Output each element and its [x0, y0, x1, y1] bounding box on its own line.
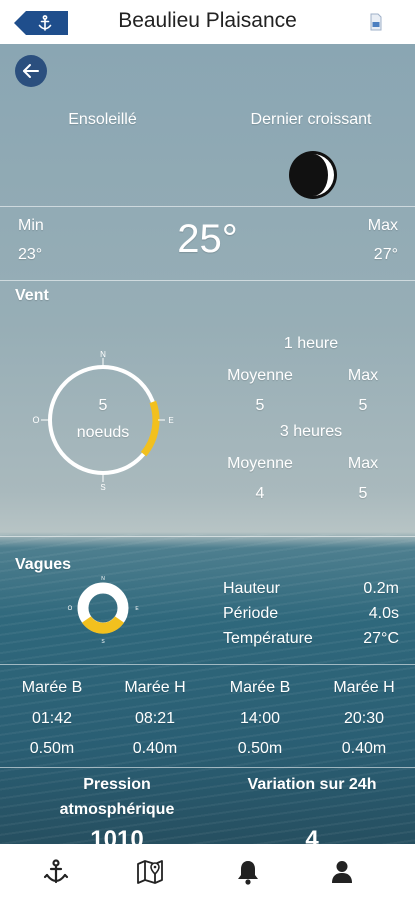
- divider: [0, 536, 415, 537]
- water-temperature-label: Température: [223, 630, 313, 647]
- waves-north-label: N: [101, 576, 105, 582]
- tide-3-time: 14:00: [239, 710, 281, 727]
- tab-notifications[interactable]: [234, 858, 262, 886]
- wind-speed: 5: [98, 397, 108, 414]
- file-icon[interactable]: [370, 13, 382, 31]
- wind-3h-max-label: Max: [347, 455, 379, 472]
- wind-3h-label: 3 heures: [279, 423, 343, 440]
- wind-1h-max-value: 5: [358, 397, 368, 414]
- tide-1-label: Marée B: [21, 679, 83, 696]
- tide-4-height: 0.40m: [341, 740, 387, 757]
- wind-title: Vent: [15, 287, 49, 304]
- moon-icon: [289, 151, 337, 199]
- waves-south-label: S: [101, 639, 105, 644]
- tide-3-label: Marée B: [229, 679, 291, 696]
- anchor-badge-icon[interactable]: [14, 11, 68, 35]
- wave-height-label: Hauteur: [223, 580, 280, 597]
- tab-map[interactable]: [136, 858, 164, 886]
- wind-3h-avg-label: Moyenne: [227, 455, 293, 472]
- wind-3h-max-value: 5: [358, 485, 368, 502]
- wind-unit: noeuds: [76, 424, 130, 441]
- user-icon: [332, 861, 352, 883]
- divider: [0, 767, 415, 768]
- arrow-left-icon: [23, 64, 39, 78]
- wave-height-value: 0.2m: [363, 580, 399, 597]
- tide-3-height: 0.50m: [237, 740, 283, 757]
- app-header: Beaulieu Plaisance: [0, 0, 415, 44]
- divider: [0, 280, 415, 281]
- temp-max-label: Max: [367, 217, 398, 234]
- wind-1h-avg-label: Moyenne: [227, 367, 293, 384]
- pressure-title-line1: Pression: [83, 776, 151, 793]
- pressure-variation-label: Variation sur 24h: [247, 776, 377, 793]
- waves-west-label: O: [68, 606, 73, 612]
- tide-1-height: 0.50m: [29, 740, 75, 757]
- wind-direction-arc: [140, 400, 160, 457]
- compass-west-label: O: [32, 415, 39, 425]
- tide-1-time: 01:42: [31, 710, 73, 727]
- temp-max-value: 27°: [373, 246, 398, 263]
- wave-period-value: 4.0s: [368, 605, 399, 622]
- temp-current: 25°: [177, 217, 238, 261]
- tide-4-time: 20:30: [343, 710, 385, 727]
- wind-3h-avg-value: 4: [255, 485, 265, 502]
- tide-2-time: 08:21: [134, 710, 176, 727]
- waves-east-label: E: [135, 606, 139, 612]
- tab-profile[interactable]: [328, 858, 356, 886]
- tide-2-label: Marée H: [124, 679, 186, 696]
- anchor-icon: [43, 859, 69, 884]
- temp-min-value: 23°: [18, 246, 43, 263]
- wind-1h-avg-value: 5: [255, 397, 265, 414]
- tide-2-height: 0.40m: [132, 740, 178, 757]
- divider: [0, 206, 415, 207]
- bottom-tab-bar: [0, 844, 415, 900]
- wind-1h-max-label: Max: [347, 367, 379, 384]
- page-title: Beaulieu Plaisance: [118, 9, 297, 32]
- weather-condition: Ensoleillé: [68, 111, 137, 128]
- tide-4-label: Marée H: [333, 679, 395, 696]
- compass-east-label: E: [168, 416, 173, 425]
- wind-compass: N S E O: [32, 350, 173, 490]
- waves-indicator: N S E O: [68, 576, 140, 644]
- waves-title: Vagues: [15, 556, 72, 573]
- water-temperature-value: 27°C: [363, 630, 399, 647]
- compass-south-label: S: [100, 483, 105, 490]
- bell-icon: [238, 861, 258, 885]
- tab-anchor[interactable]: [42, 858, 70, 886]
- temp-min-label: Min: [18, 217, 44, 234]
- wind-1h-label: 1 heure: [283, 335, 339, 352]
- wave-period-label: Période: [223, 605, 279, 622]
- map-icon: [137, 860, 163, 884]
- moon-phase-label: Dernier croissant: [250, 111, 372, 128]
- compass-north-label: N: [100, 350, 106, 359]
- back-button[interactable]: [15, 55, 47, 87]
- pressure-title-line2: atmosphérique: [59, 801, 175, 818]
- divider: [0, 664, 415, 665]
